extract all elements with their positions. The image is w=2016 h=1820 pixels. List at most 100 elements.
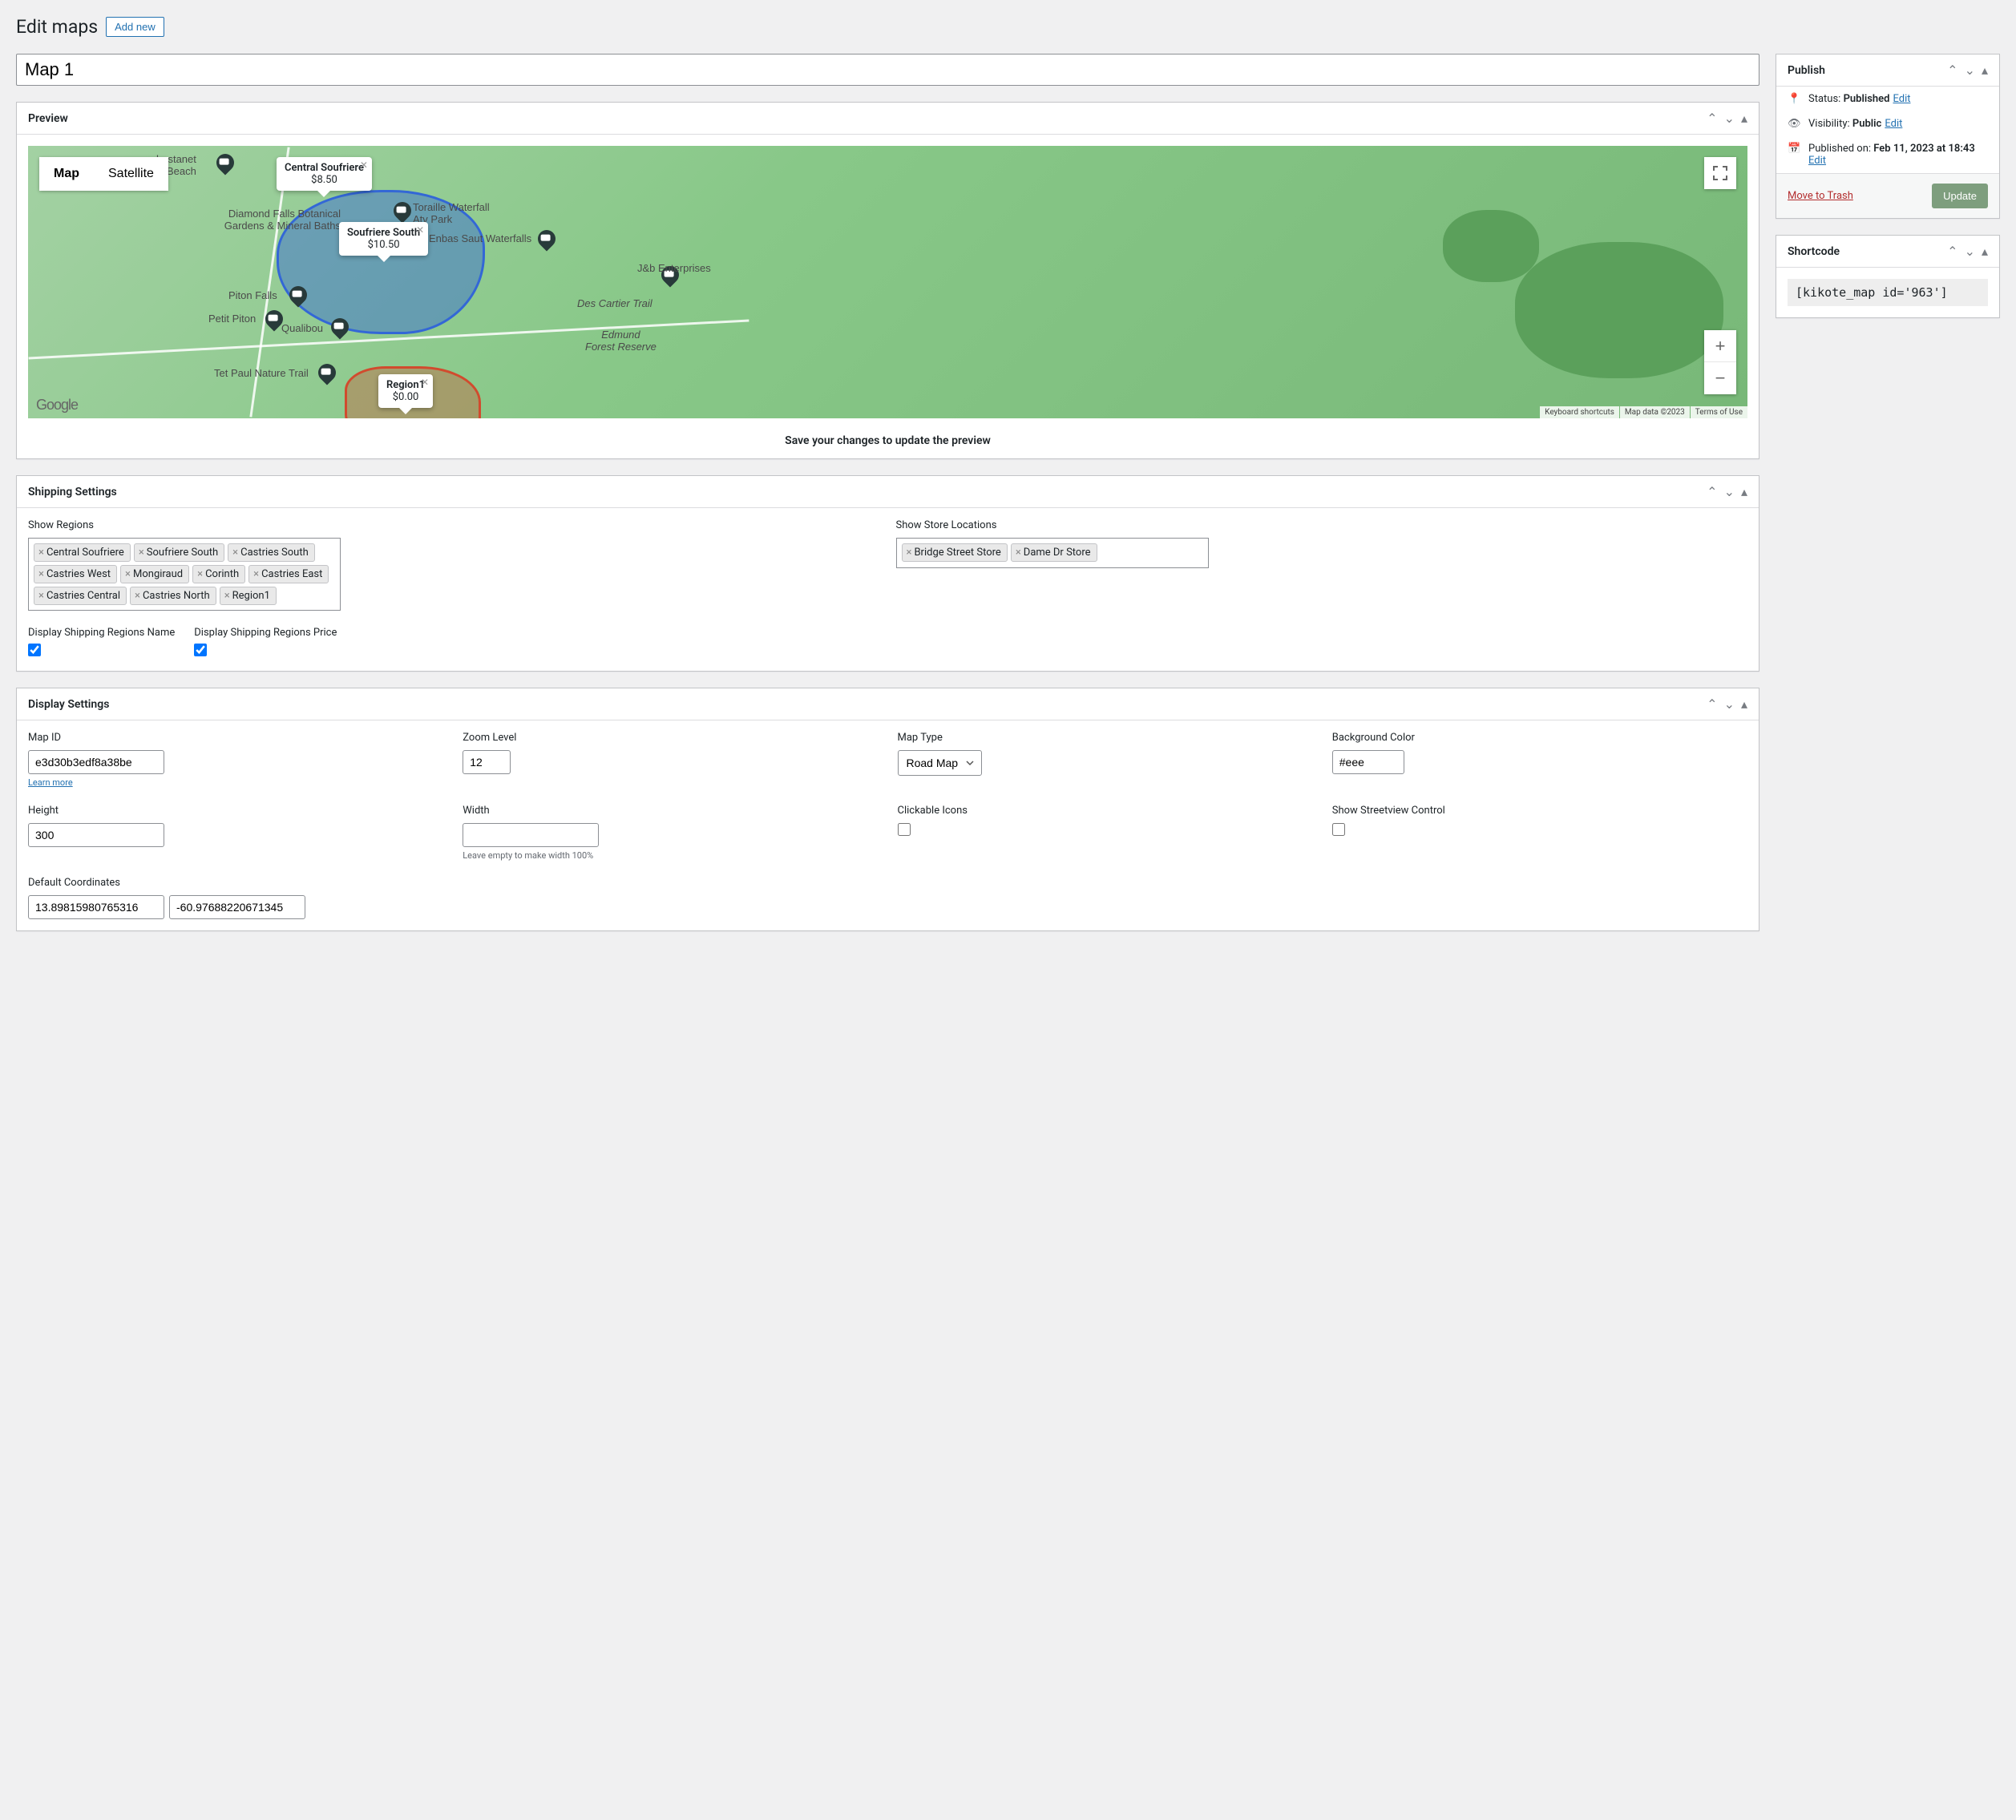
map-label: Tet Paul Nature Trail (214, 367, 309, 379)
tag-item: ×Castries West (34, 565, 117, 583)
panel-collapse-icon[interactable]: ▴ (1741, 696, 1747, 712)
map-type-satellite-button[interactable]: Satellite (94, 157, 168, 191)
zoom-input[interactable] (463, 750, 511, 774)
panel-collapse-icon[interactable]: ▴ (1741, 484, 1747, 499)
map-info-price: $0.00 (386, 391, 425, 403)
zoom-out-button[interactable]: − (1704, 362, 1736, 394)
close-icon[interactable]: ✕ (360, 159, 368, 171)
map-infowindow: ✕ Soufriere South $10.50 (339, 222, 428, 256)
tag-remove-icon[interactable]: × (135, 590, 140, 602)
map-info-price: $10.50 (347, 239, 420, 251)
eye-icon: 👁 (1788, 118, 1800, 130)
terms-link[interactable]: Terms of Use (1691, 406, 1747, 418)
publish-panel: Publish ⌃ ⌄ ▴ 📍 Status: PublishedEdit 👁 … (1776, 54, 2000, 219)
panel-up-icon[interactable]: ⌃ (1707, 484, 1717, 499)
display-region-price-label: Display Shipping Regions Price (194, 627, 337, 639)
panel-up-icon[interactable]: ⌃ (1947, 63, 1957, 78)
map-type-map-button[interactable]: Map (39, 157, 94, 191)
map-type-label: Map Type (898, 732, 1313, 744)
tag-item: ×Bridge Street Store (902, 543, 1008, 562)
map-canvas[interactable]: hastanetBeach Diamond Falls BotanicalGar… (28, 146, 1747, 418)
panel-up-icon[interactable]: ⌃ (1707, 696, 1717, 712)
move-to-trash-link[interactable]: Move to Trash (1788, 190, 1853, 202)
zoom-control: + − (1704, 330, 1736, 394)
shortcode-value[interactable]: [kikote_map id='963'] (1788, 279, 1988, 306)
map-id-input[interactable] (28, 750, 164, 774)
panel-collapse-icon[interactable]: ▴ (1741, 111, 1747, 126)
status-text: Status: PublishedEdit (1808, 93, 1911, 105)
lng-input[interactable] (169, 895, 305, 919)
shipping-settings-panel: Shipping Settings ⌃ ⌄ ▴ Show Regions ×Ce… (16, 475, 1759, 672)
learn-more-link[interactable]: Learn more (28, 777, 73, 788)
tag-remove-icon[interactable]: × (38, 547, 44, 559)
panel-collapse-icon[interactable]: ▴ (1982, 63, 1988, 78)
regions-tag-input[interactable]: ×Central Soufriere×Soufriere South×Castr… (28, 538, 341, 611)
shortcode-panel: Shortcode ⌃ ⌄ ▴ [kikote_map id='963'] (1776, 235, 2000, 318)
tag-item: ×Dame Dr Store (1011, 543, 1097, 562)
display-region-name-label: Display Shipping Regions Name (28, 627, 175, 639)
tag-item: ×Region1 (220, 587, 277, 605)
clickable-icons-checkbox[interactable] (898, 823, 911, 836)
fullscreen-button[interactable] (1704, 157, 1736, 189)
clickable-icons-label: Clickable Icons (898, 805, 1313, 817)
pin-icon: 📍 (1788, 93, 1800, 105)
zoom-in-button[interactable]: + (1704, 330, 1736, 362)
visibility-text: Visibility: PublicEdit (1808, 118, 1902, 130)
zoom-label: Zoom Level (463, 732, 878, 744)
width-label: Width (463, 805, 878, 817)
tag-remove-icon[interactable]: × (38, 568, 44, 580)
panel-up-icon[interactable]: ⌃ (1707, 111, 1717, 126)
tag-item: ×Central Soufriere (34, 543, 131, 562)
tag-remove-icon[interactable]: × (232, 547, 238, 559)
map-label: EdmundForest Reserve (585, 329, 657, 353)
map-label: Qualibou (281, 322, 323, 334)
tag-remove-icon[interactable]: × (139, 547, 144, 559)
panel-down-icon[interactable]: ⌄ (1724, 111, 1735, 126)
google-logo: Google (36, 397, 78, 414)
map-title-input[interactable] (16, 54, 1759, 86)
panel-down-icon[interactable]: ⌄ (1724, 696, 1735, 712)
bg-color-input[interactable] (1332, 750, 1404, 774)
page-header: Edit maps Add new (16, 16, 2000, 38)
published-text: Published on: Feb 11, 2023 at 18:43Edit (1808, 143, 1975, 167)
map-label: Piton Falls (228, 289, 277, 301)
keyboard-shortcuts-link[interactable]: Keyboard shortcuts (1540, 406, 1619, 418)
panel-collapse-icon[interactable]: ▴ (1982, 244, 1988, 259)
edit-visibility-link[interactable]: Edit (1885, 118, 1902, 130)
streetview-label: Show Streetview Control (1332, 805, 1747, 817)
stores-tag-input[interactable]: ×Bridge Street Store×Dame Dr Store (896, 538, 1209, 568)
height-input[interactable] (28, 823, 164, 847)
map-type-control: Map Satellite (39, 157, 168, 191)
tag-remove-icon[interactable]: × (1016, 547, 1021, 559)
panel-down-icon[interactable]: ⌄ (1965, 63, 1975, 78)
tag-item: ×Castries South (228, 543, 315, 562)
edit-status-link[interactable]: Edit (1893, 93, 1910, 105)
update-button[interactable]: Update (1932, 184, 1988, 208)
tag-remove-icon[interactable]: × (907, 547, 912, 559)
tag-remove-icon[interactable]: × (197, 568, 203, 580)
tag-remove-icon[interactable]: × (125, 568, 131, 580)
panel-down-icon[interactable]: ⌄ (1724, 484, 1735, 499)
preview-note: Save your changes to update the preview (28, 434, 1747, 447)
tag-item: ×Castries North (130, 587, 216, 605)
panel-up-icon[interactable]: ⌃ (1947, 244, 1957, 259)
width-input[interactable] (463, 823, 599, 847)
tag-remove-icon[interactable]: × (253, 568, 259, 580)
width-hint: Leave empty to make width 100% (463, 850, 878, 861)
add-new-button[interactable]: Add new (106, 17, 164, 37)
map-label: Des Cartier Trail (577, 297, 652, 309)
height-label: Height (28, 805, 443, 817)
map-type-select[interactable]: Road Map (898, 750, 982, 776)
display-region-name-checkbox[interactable] (28, 644, 41, 656)
lat-input[interactable] (28, 895, 164, 919)
display-region-price-checkbox[interactable] (194, 644, 207, 656)
preview-panel: Preview ⌃ ⌄ ▴ (16, 102, 1759, 459)
tag-remove-icon[interactable]: × (38, 590, 44, 602)
close-icon[interactable]: ✕ (416, 224, 424, 236)
streetview-checkbox[interactable] (1332, 823, 1345, 836)
show-regions-label: Show Regions (28, 519, 880, 531)
edit-date-link[interactable]: Edit (1808, 155, 1826, 167)
tag-remove-icon[interactable]: × (224, 590, 230, 602)
close-icon[interactable]: ✕ (421, 377, 429, 388)
panel-down-icon[interactable]: ⌄ (1965, 244, 1975, 259)
